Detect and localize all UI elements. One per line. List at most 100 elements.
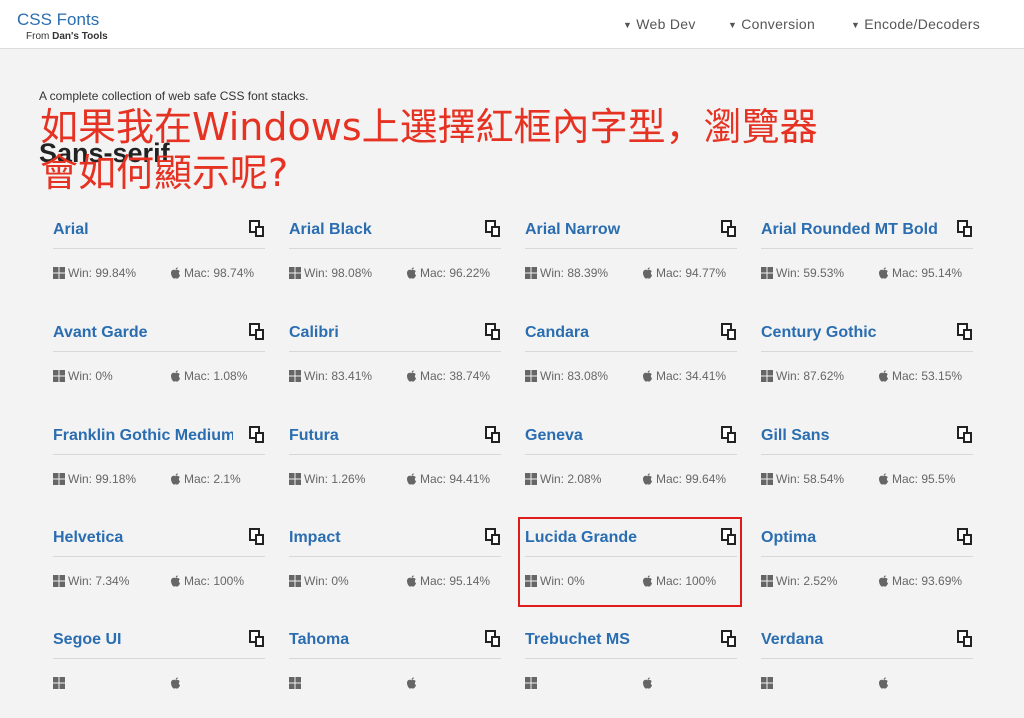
nav-web-dev[interactable]: ▼ Web Dev — [623, 16, 696, 32]
copy-icon[interactable] — [485, 528, 501, 546]
font-card-geneva: Geneva Win: 2.08% Mac: 99.64% — [525, 424, 737, 514]
win-support: Win: 99.18% — [53, 471, 136, 487]
copy-icon[interactable] — [249, 220, 265, 238]
mac-support: Mac: 95.5% — [878, 471, 955, 487]
divider — [761, 556, 973, 557]
copy-icon[interactable] — [957, 630, 973, 648]
mac-support-value: Mac: 94.77% — [656, 266, 727, 280]
divider — [525, 351, 737, 352]
win-support-value: Win: 0% — [68, 369, 113, 383]
windows-icon — [289, 472, 304, 486]
apple-icon — [642, 472, 656, 486]
divider — [761, 454, 973, 455]
font-card-avant-garde: Avant Garde Win: 0% Mac: 1.08% — [53, 321, 265, 411]
mac-support — [878, 675, 892, 691]
font-name-link[interactable]: Arial Narrow — [525, 218, 705, 242]
brand-subtitle: From Dan's Tools — [26, 31, 108, 42]
mac-support-value: Mac: 93.69% — [892, 574, 963, 588]
copy-icon[interactable] — [485, 323, 501, 341]
copy-icon[interactable] — [249, 426, 265, 444]
font-name-link[interactable]: Arial Rounded MT Bold — [761, 218, 941, 242]
mac-support-value: Mac: 2.1% — [184, 472, 241, 486]
font-name-link[interactable]: Segoe UI — [53, 628, 233, 652]
mac-support: Mac: 2.1% — [170, 471, 241, 487]
copy-icon[interactable] — [721, 630, 737, 648]
font-name-link[interactable]: Futura — [289, 424, 469, 448]
win-support-value: Win: 2.52% — [776, 574, 838, 588]
nav-conversion[interactable]: ▼ Conversion — [728, 16, 815, 32]
font-name-link[interactable]: Candara — [525, 321, 705, 345]
mac-support-value: Mac: 95.14% — [420, 574, 491, 588]
font-name-link[interactable]: Avant Garde — [53, 321, 233, 345]
mac-support — [170, 675, 184, 691]
windows-icon — [761, 676, 776, 690]
copy-icon[interactable] — [957, 323, 973, 341]
copy-icon[interactable] — [721, 323, 737, 341]
divider — [53, 658, 265, 659]
font-name-link[interactable]: Arial Black — [289, 218, 469, 242]
copy-icon[interactable] — [721, 426, 737, 444]
mac-support: Mac: 1.08% — [170, 368, 247, 384]
nav-encode-decoders[interactable]: ▼ Encode/Decoders — [851, 16, 980, 32]
apple-icon — [170, 676, 184, 690]
win-support-value: Win: 59.53% — [776, 266, 845, 280]
font-name-link[interactable]: Franklin Gothic Medium — [53, 424, 233, 448]
font-name-link[interactable]: Gill Sans — [761, 424, 941, 448]
mac-support: Mac: 34.41% — [642, 368, 726, 384]
copy-icon[interactable] — [721, 220, 737, 238]
font-name-link[interactable]: Century Gothic — [761, 321, 941, 345]
win-support: Win: 7.34% — [53, 573, 129, 589]
divider — [761, 658, 973, 659]
font-name-link[interactable]: Tahoma — [289, 628, 469, 652]
copy-icon[interactable] — [485, 630, 501, 648]
page-tagline: A complete collection of web safe CSS fo… — [39, 89, 309, 103]
apple-icon — [170, 369, 184, 383]
annotation-question: 如果我在Windows上選擇紅框內字型，瀏覽器 會如何顯示呢? — [40, 104, 980, 196]
copy-icon[interactable] — [957, 426, 973, 444]
copy-icon[interactable] — [485, 220, 501, 238]
font-name-link[interactable]: Verdana — [761, 628, 941, 652]
font-name-link[interactable]: Trebuchet MS — [525, 628, 705, 652]
win-support-value: Win: 2.08% — [540, 472, 602, 486]
font-name-link[interactable]: Optima — [761, 526, 941, 550]
copy-icon[interactable] — [957, 220, 973, 238]
mac-support-value: Mac: 1.08% — [184, 369, 248, 383]
font-name-link[interactable]: Calibri — [289, 321, 469, 345]
divider — [289, 658, 501, 659]
copy-icon[interactable] — [249, 630, 265, 648]
win-support-value: Win: 7.34% — [68, 574, 130, 588]
windows-icon — [53, 369, 68, 383]
font-card-verdana: Verdana — [761, 628, 973, 718]
windows-icon — [525, 369, 540, 383]
font-name-link[interactable]: Impact — [289, 526, 469, 550]
apple-icon — [406, 266, 420, 280]
win-support: Win: 0% — [53, 368, 113, 384]
mac-support: Mac: 93.69% — [878, 573, 962, 589]
brand-title[interactable]: CSS Fonts — [17, 10, 99, 30]
font-name-link[interactable]: Helvetica — [53, 526, 233, 550]
font-name-link[interactable]: Geneva — [525, 424, 705, 448]
win-support-value: Win: 99.18% — [68, 472, 137, 486]
divider — [289, 248, 501, 249]
windows-icon — [761, 574, 776, 588]
font-card-calibri: Calibri Win: 83.41% Mac: 38.74% — [289, 321, 501, 411]
font-card-arial: Arial Win: 99.84% Mac: 98.74% — [53, 218, 265, 308]
copy-icon[interactable] — [249, 323, 265, 341]
copy-icon[interactable] — [249, 528, 265, 546]
windows-icon — [289, 574, 304, 588]
font-card-arial-black: Arial Black Win: 98.08% Mac: 96.22% — [289, 218, 501, 308]
windows-icon — [761, 266, 776, 280]
font-card-arial-rounded-mt-bold: Arial Rounded MT Bold Win: 59.53% Mac: 95.… — [761, 218, 973, 308]
copy-icon[interactable] — [485, 426, 501, 444]
copy-icon[interactable] — [957, 528, 973, 546]
mac-support-value: Mac: 99.64% — [656, 472, 727, 486]
mac-support: Mac: 98.74% — [170, 265, 254, 281]
caret-down-icon: ▼ — [623, 20, 633, 30]
win-support-value: Win: 87.62% — [776, 369, 845, 383]
win-support — [289, 675, 304, 691]
win-support: Win: 58.54% — [761, 471, 844, 487]
apple-icon — [170, 472, 184, 486]
brand[interactable]: CSS Fonts From Dan's Tools — [17, 10, 108, 42]
divider — [761, 248, 973, 249]
font-name-link[interactable]: Arial — [53, 218, 233, 242]
